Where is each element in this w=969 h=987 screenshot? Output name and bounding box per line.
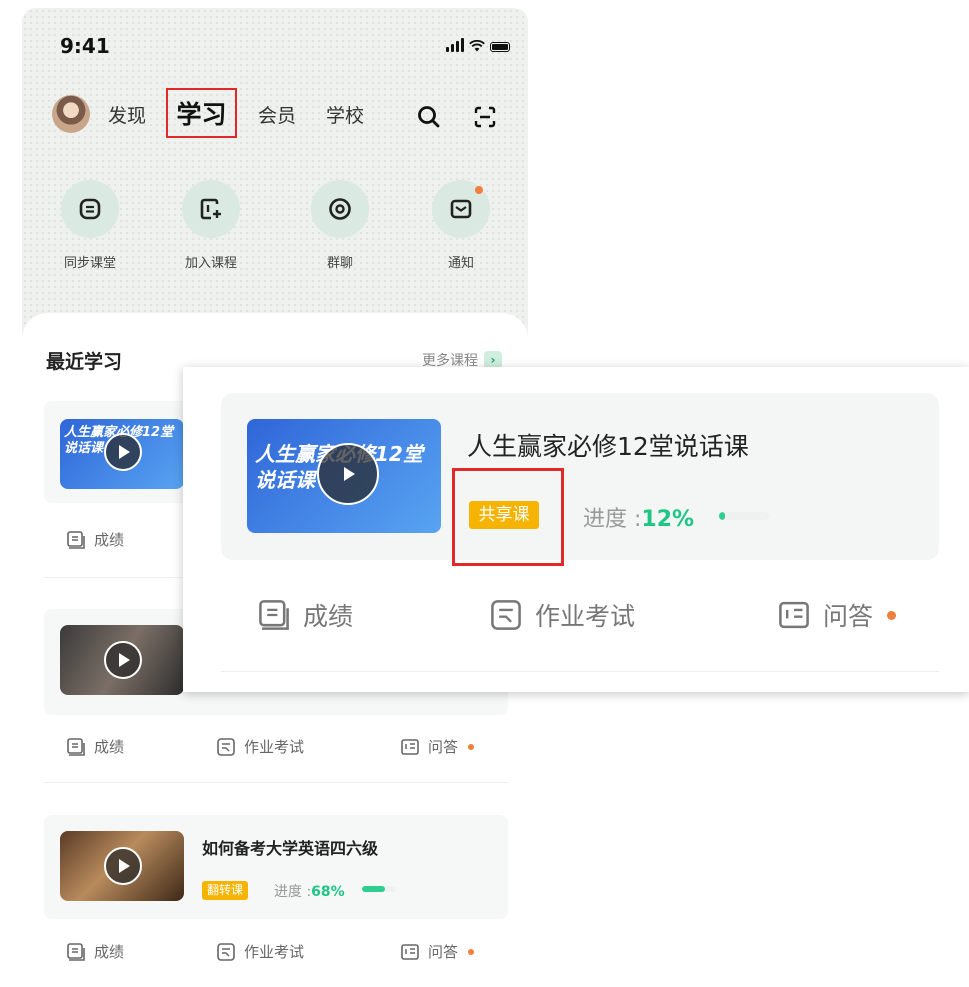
divider <box>221 671 939 672</box>
homework-icon <box>491 600 521 630</box>
homework-exam-button[interactable]: 作业考试 <box>216 736 304 757</box>
grades-icon <box>259 600 289 630</box>
qa-button[interactable]: 问答 <box>777 597 897 633</box>
qa-button[interactable]: 问答 <box>400 736 475 757</box>
progress-label: 进度 : <box>583 507 642 532</box>
search-icon[interactable] <box>416 104 442 130</box>
progress-value: 68% <box>311 884 345 900</box>
badge-highlight-box <box>452 468 564 566</box>
homework-exam-label: 作业考试 <box>244 738 305 756</box>
quick-action-group-chat[interactable]: 群聊 <box>295 180 385 271</box>
homework-exam-label: 作业考试 <box>535 602 636 631</box>
course-card[interactable]: 人生赢家必修12堂说话课 人生赢家必修12堂说话课 共享课 进度 :12% <box>221 393 939 560</box>
tab-school[interactable]: 学校 <box>326 101 364 128</box>
qa-unread-dot <box>468 948 475 955</box>
quick-action-join-course[interactable]: 加入课程 <box>166 180 256 271</box>
group-chat-icon <box>329 198 351 220</box>
qa-label: 问答 <box>428 943 459 961</box>
signal-icon <box>446 38 464 52</box>
qa-icon <box>779 601 809 629</box>
qa-label: 问答 <box>428 738 459 756</box>
play-button[interactable] <box>104 847 142 885</box>
course-actions: 成绩 作业考试 问答 <box>44 941 508 969</box>
quick-action-label: 加入课程 <box>184 256 237 271</box>
quick-action-notification[interactable]: 通知 <box>416 180 506 271</box>
wifi-icon <box>469 40 485 52</box>
grades-label: 成绩 <box>94 531 125 549</box>
course-title: 人生赢家必修12堂说话课 <box>467 432 749 461</box>
course-thumbnail: 人生赢家必修12堂说话课 <box>247 419 441 533</box>
quick-action-label: 同步课堂 <box>63 256 116 271</box>
grades-icon <box>67 737 85 756</box>
grades-icon <box>67 942 85 961</box>
qa-icon <box>401 943 419 960</box>
grades-label: 成绩 <box>94 943 125 961</box>
grades-button[interactable]: 成绩 <box>66 736 124 757</box>
course-title: 如何备考大学英语四六级 <box>202 839 379 858</box>
progress-bar <box>719 512 769 520</box>
status-time: 9:41 <box>60 34 110 58</box>
quick-action-label: 通知 <box>447 256 474 271</box>
tab-study-active[interactable]: 学习 <box>166 88 237 138</box>
qa-button[interactable]: 问答 <box>400 941 475 962</box>
tab-membership[interactable]: 会员 <box>258 101 296 128</box>
homework-exam-button[interactable]: 作业考试 <box>216 941 304 962</box>
tab-discover[interactable]: 发现 <box>108 101 146 128</box>
qa-label: 问答 <box>823 602 874 631</box>
status-icons <box>446 38 510 52</box>
zoomed-course-card: 人生赢家必修12堂说话课 人生赢家必修12堂说话课 共享课 进度 :12% 成绩… <box>183 367 969 692</box>
course-actions: 成绩 作业考试 问答 <box>44 736 508 764</box>
course-thumbnail <box>60 625 184 695</box>
divider <box>44 782 508 783</box>
course-thumbnail <box>60 831 184 901</box>
notification-icon <box>450 199 472 219</box>
play-button[interactable] <box>317 443 379 505</box>
play-button[interactable] <box>104 433 142 471</box>
qa-unread-dot <box>887 610 897 620</box>
grades-button[interactable]: 成绩 <box>66 529 124 550</box>
battery-icon <box>490 42 510 52</box>
progress-label: 进度 : <box>274 884 312 900</box>
homework-exam-button[interactable]: 作业考试 <box>489 597 635 633</box>
grades-label: 成绩 <box>94 738 125 756</box>
qa-unread-dot <box>468 743 475 750</box>
notification-badge <box>475 186 483 194</box>
progress-fill <box>719 512 725 520</box>
progress-fill <box>362 886 386 892</box>
qa-icon <box>401 738 419 755</box>
progress-value: 12% <box>641 507 695 532</box>
homework-icon <box>217 942 235 961</box>
homework-icon <box>217 737 235 756</box>
course-card[interactable]: 如何备考大学英语四六级 翻转课 进度 :68% <box>44 815 508 919</box>
quick-action-sync-classroom[interactable]: 同步课堂 <box>45 180 135 271</box>
course-thumbnail: 人生赢家必修12堂说话课 <box>60 419 184 489</box>
progress-text: 进度 :68% <box>274 881 345 901</box>
sync-classroom-icon <box>79 198 101 220</box>
grades-icon <box>67 530 85 549</box>
progress-text: 进度 :12% <box>583 501 694 533</box>
grades-button[interactable]: 成绩 <box>66 941 124 962</box>
homework-exam-label: 作业考试 <box>244 943 305 961</box>
course-type-badge: 翻转课 <box>202 881 248 900</box>
section-title: 最近学习 <box>46 351 123 373</box>
progress-bar <box>362 886 396 892</box>
grades-label: 成绩 <box>303 602 354 631</box>
avatar[interactable] <box>52 95 90 133</box>
join-course-icon <box>200 198 221 220</box>
quick-action-label: 群聊 <box>326 256 353 271</box>
grades-button[interactable]: 成绩 <box>257 597 353 633</box>
scan-icon[interactable] <box>472 104 498 130</box>
play-button[interactable] <box>104 641 142 679</box>
